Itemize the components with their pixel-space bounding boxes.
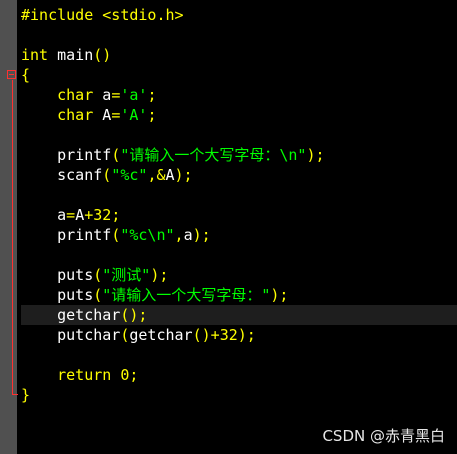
code-token: printf xyxy=(21,226,112,244)
code-line[interactable]: getchar(); xyxy=(21,305,457,325)
code-token: printf xyxy=(21,146,112,164)
code-token: ; xyxy=(147,106,157,124)
code-token: a xyxy=(183,226,193,244)
code-token: "%c\n" xyxy=(120,226,175,244)
code-token: return xyxy=(21,366,112,384)
code-token: ); xyxy=(270,286,289,304)
code-token: ( xyxy=(111,226,121,244)
code-token: 32 xyxy=(93,206,112,224)
code-line[interactable] xyxy=(21,125,457,145)
code-line[interactable]: scanf("%c",&A); xyxy=(21,165,457,185)
code-token: 32 xyxy=(219,326,238,344)
code-token: a xyxy=(93,86,112,104)
code-token: ( xyxy=(102,166,112,184)
code-token: ; xyxy=(111,206,121,224)
code-token: , xyxy=(174,226,184,244)
code-line[interactable] xyxy=(21,345,457,365)
code-token: ); xyxy=(306,146,325,164)
code-line[interactable] xyxy=(21,245,457,265)
code-token: main xyxy=(48,46,94,64)
code-token: char xyxy=(21,86,94,104)
code-editor[interactable]: #include <stdio.h> int main(){ char a='a… xyxy=(0,0,457,454)
code-token: A xyxy=(75,206,85,224)
code-token: + xyxy=(84,206,94,224)
code-token: #include <stdio.h> xyxy=(21,6,184,24)
fold-collapse-icon[interactable] xyxy=(7,70,16,79)
code-line[interactable]: puts("请输入一个大写字母："); xyxy=(21,285,457,305)
code-token: ( xyxy=(93,266,103,284)
code-token: = xyxy=(66,206,76,224)
code-token: (); xyxy=(120,306,148,324)
code-token: ); xyxy=(192,226,211,244)
code-token: ()+ xyxy=(192,326,220,344)
code-token: "请输入一个大写字母：\n" xyxy=(120,146,307,164)
code-token: "测试" xyxy=(102,266,151,284)
code-token: 0 xyxy=(111,366,130,384)
code-token: getchar xyxy=(21,306,121,324)
code-line[interactable]: char a='a'; xyxy=(21,85,457,105)
code-token: getchar xyxy=(129,326,193,344)
code-token: ; xyxy=(147,86,157,104)
code-token: puts xyxy=(21,286,94,304)
code-token: ); xyxy=(237,326,256,344)
code-token: ( xyxy=(93,286,103,304)
code-line[interactable]: { xyxy=(21,65,457,85)
code-token: } xyxy=(21,386,31,404)
code-line[interactable]: putchar(getchar()+32); xyxy=(21,325,457,345)
code-token: A xyxy=(93,106,112,124)
code-token: ); xyxy=(174,166,193,184)
code-token: char xyxy=(21,106,94,124)
code-line[interactable] xyxy=(21,25,457,45)
code-line[interactable]: #include <stdio.h> xyxy=(21,5,457,25)
code-token: () xyxy=(93,46,112,64)
editor-gutter xyxy=(0,0,18,454)
code-token: "请输入一个大写字母：" xyxy=(102,286,271,304)
code-token: ,& xyxy=(147,166,166,184)
watermark: CSDN @赤青黑白 xyxy=(322,427,445,445)
code-area[interactable]: #include <stdio.h> int main(){ char a='a… xyxy=(21,5,457,405)
code-token: 'a' xyxy=(120,86,148,104)
code-token: 'A' xyxy=(120,106,148,124)
code-line[interactable]: return 0; xyxy=(21,365,457,385)
code-token: A xyxy=(165,166,175,184)
code-token: ( xyxy=(111,146,121,164)
code-token: { xyxy=(21,66,31,84)
code-line[interactable]: char A='A'; xyxy=(21,105,457,125)
fold-range-end xyxy=(12,394,18,395)
code-token: = xyxy=(111,86,121,104)
code-token: int xyxy=(21,46,49,64)
code-line[interactable]: int main() xyxy=(21,45,457,65)
code-token: ; xyxy=(129,366,139,384)
code-token: ); xyxy=(150,266,169,284)
code-line[interactable] xyxy=(21,185,457,205)
code-line[interactable]: printf("%c\n",a); xyxy=(21,225,457,245)
code-token: scanf xyxy=(21,166,103,184)
fold-range-line xyxy=(12,80,13,395)
code-token: putchar xyxy=(21,326,121,344)
code-line[interactable]: } xyxy=(21,385,457,405)
code-line[interactable]: printf("请输入一个大写字母：\n"); xyxy=(21,145,457,165)
code-line[interactable]: puts("测试"); xyxy=(21,265,457,285)
code-token: "%c" xyxy=(111,166,148,184)
code-token: = xyxy=(111,106,121,124)
code-token: a xyxy=(21,206,67,224)
code-line[interactable]: a=A+32; xyxy=(21,205,457,225)
code-token: puts xyxy=(21,266,94,284)
